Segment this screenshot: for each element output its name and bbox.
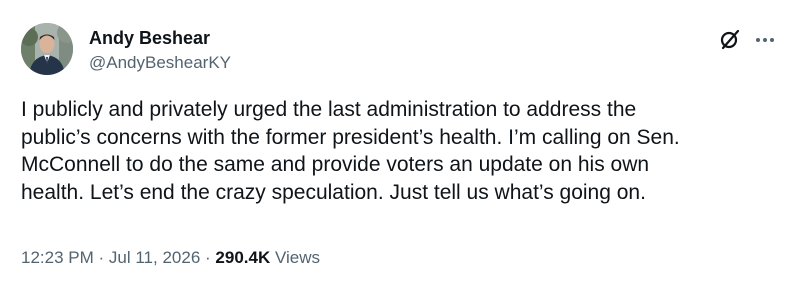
more-options-icon[interactable] [753, 28, 777, 52]
tweet-timestamp-date[interactable]: Jul 11, 2026 [109, 248, 200, 267]
author-display-name[interactable]: Andy Beshear [89, 27, 210, 49]
tweet-timestamp-time[interactable]: 12:23 PM [21, 248, 94, 267]
tweet-meta: 12:23 PM · Jul 11, 2026 · 290.4K Views [21, 247, 320, 269]
tweet-text: I publicly and privately urged the last … [21, 98, 680, 204]
grok-icon[interactable] [718, 27, 742, 51]
views-label: Views [274, 248, 321, 267]
views-count[interactable]: 290.4K [215, 248, 270, 267]
tweet-card: Andy Beshear @AndyBeshearKY I publicly a… [0, 0, 800, 290]
author-handle[interactable]: @AndyBeshearKY [89, 52, 231, 74]
avatar[interactable] [21, 23, 73, 75]
meta-separator: · [98, 248, 105, 267]
meta-separator: · [205, 248, 211, 267]
